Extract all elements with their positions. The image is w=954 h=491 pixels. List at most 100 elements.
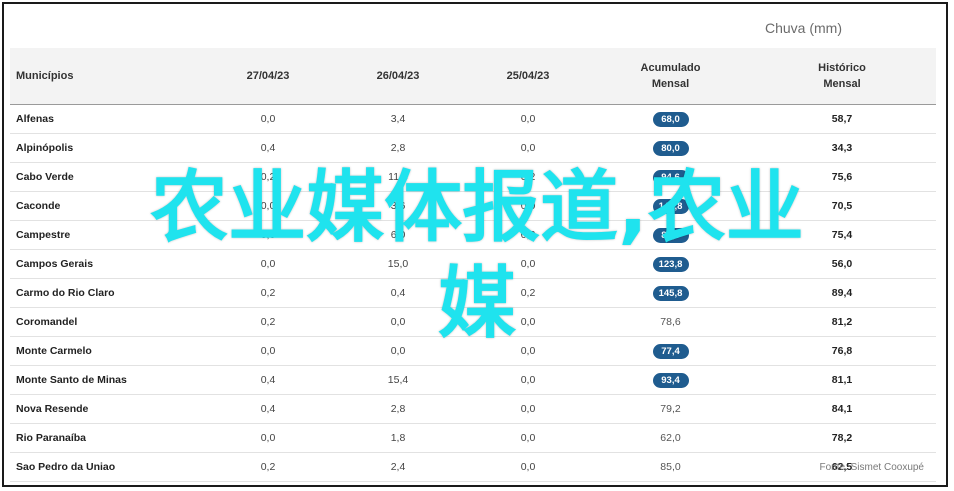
source-note: Fonte: Sismet Cooxupé [819, 462, 925, 473]
cell-municipio: Rio Paranaíba [10, 423, 203, 453]
cell-date-value: 3,4 [333, 104, 463, 134]
cell-date-value: 0,0 [203, 220, 333, 250]
cell-date-value: 0,2 [203, 278, 333, 308]
cell-date-value: 0,0 [463, 191, 593, 221]
cell-historico: 34,3 [748, 133, 936, 163]
header-date-1: 27/04/23 [203, 48, 333, 105]
cell-historico: 70,5 [748, 191, 936, 221]
cell-historico: 56,0 [748, 249, 936, 279]
cell-municipio: Coromandel [10, 307, 203, 337]
cell-municipio: Alpinópolis [10, 133, 203, 163]
cell-municipio: Campestre [10, 220, 203, 250]
cell-historico: 84,1 [748, 394, 936, 424]
cell-municipio: Carmo do Rio Claro [10, 278, 203, 308]
cell-date-value: 11,4 [333, 162, 463, 192]
rain-table-container: Municípios 27/04/23 26/04/23 25/04/23 Ac… [10, 48, 936, 482]
cell-acumulado: 123,8 [593, 249, 748, 279]
table-row: Nova Resende 0,4 2,8 0,0 79,2 84,1 [10, 394, 936, 424]
cell-date-value: 2,8 [333, 394, 463, 424]
cell-acumulado: 80,0 [593, 133, 748, 163]
cell-historico: 58,7 [748, 104, 936, 134]
cell-date-value: 0,0 [463, 104, 593, 134]
cell-date-value: 0,4 [333, 278, 463, 308]
acumulado-badge: 77,4 [652, 343, 689, 359]
acumulado-value: 85,0 [660, 461, 681, 473]
cell-date-value: 0,0 [463, 307, 593, 337]
cell-date-value: 0,0 [203, 336, 333, 366]
cell-date-value: 0,0 [463, 133, 593, 163]
cell-date-value: 15,4 [333, 365, 463, 395]
table-row: Caconde 0,0 3,6 0,0 140,8 70,5 [10, 191, 936, 221]
cell-municipio: Monte Carmelo [10, 336, 203, 366]
cell-date-value: 0,0 [203, 423, 333, 453]
cell-acumulado: 62,0 [593, 423, 748, 453]
table-row: Monte Santo de Minas 0,4 15,4 0,0 93,4 81,1 [10, 365, 936, 395]
table-row: Campos Gerais 0,0 15,0 0,0 123,8 56,0 [10, 249, 936, 279]
cell-date-value: 2,8 [333, 133, 463, 163]
cell-municipio: Sao Pedro da Uniao [10, 452, 203, 482]
cell-date-value: 0,2 [203, 452, 333, 482]
acumulado-value: 62,0 [660, 432, 681, 444]
acumulado-badge: 89,0 [652, 227, 689, 243]
acumulado-value: 78,6 [660, 316, 681, 328]
header-historico: Histórico Mensal [748, 48, 936, 105]
cell-date-value: 0,0 [333, 336, 463, 366]
cell-date-value: 0,0 [463, 394, 593, 424]
cell-date-value: 3,6 [333, 191, 463, 221]
cell-acumulado: 140,8 [593, 191, 748, 221]
cell-date-value: 0,0 [333, 307, 463, 337]
cell-date-value: 0,0 [203, 249, 333, 279]
acumulado-badge: 145,8 [652, 285, 689, 301]
table-row: Rio Paranaíba 0,0 1,8 0,0 62,0 78,2 [10, 423, 936, 453]
table-row: Campestre 0,0 6,0 0,2 89,0 75,4 [10, 220, 936, 250]
table-row: Sao Pedro da Uniao 0,2 2,4 0,0 85,0 62,5 [10, 452, 936, 482]
cell-acumulado: 145,8 [593, 278, 748, 308]
cell-municipio: Nova Resende [10, 394, 203, 424]
cell-historico: 81,2 [748, 307, 936, 337]
cell-municipio: Monte Santo de Minas [10, 365, 203, 395]
cell-date-value: 1,8 [333, 423, 463, 453]
table-body: Alfenas 0,0 3,4 0,0 68,0 58,7 Alpinópolis 0,4 2,… [10, 104, 936, 482]
cell-historico: 81,1 [748, 365, 936, 395]
cell-historico: 89,4 [748, 278, 936, 308]
acumulado-badge: 68,0 [652, 111, 689, 127]
cell-municipio: Alfenas [10, 104, 203, 134]
table-row: Alfenas 0,0 3,4 0,0 68,0 58,7 [10, 104, 936, 134]
table-header-row: Municípios 27/04/23 26/04/23 25/04/23 Ac… [10, 48, 936, 105]
table-row: Carmo do Rio Claro 0,2 0,4 0,2 145,8 89,4 [10, 278, 936, 308]
cell-municipio: Caconde [10, 191, 203, 221]
table-row: Cabo Verde 0,2 11,4 0,2 94,6 75,6 [10, 162, 936, 192]
cell-acumulado: 77,4 [593, 336, 748, 366]
cell-date-value: 2,4 [333, 452, 463, 482]
cell-date-value: 0,2 [463, 220, 593, 250]
table-row: Alpinópolis 0,4 2,8 0,0 80,0 34,3 [10, 133, 936, 163]
cell-date-value: 0,0 [463, 249, 593, 279]
cell-date-value: 0,0 [463, 336, 593, 366]
cell-historico: 75,6 [748, 162, 936, 192]
acumulado-badge: 123,8 [652, 256, 689, 272]
cell-date-value: 0,4 [203, 394, 333, 424]
cell-date-value: 0,0 [463, 452, 593, 482]
cell-date-value: 0,2 [203, 162, 333, 192]
cell-municipio: Cabo Verde [10, 162, 203, 192]
cell-historico: 76,8 [748, 336, 936, 366]
acumulado-badge: 93,4 [652, 372, 689, 388]
cell-historico: 75,4 [748, 220, 936, 250]
acumulado-value: 79,2 [660, 403, 681, 415]
cell-date-value: 0,0 [203, 191, 333, 221]
rain-table: Municípios 27/04/23 26/04/23 25/04/23 Ac… [10, 48, 936, 482]
acumulado-badge: 80,0 [652, 140, 689, 156]
cell-date-value: 6,0 [333, 220, 463, 250]
table-row: Monte Carmelo 0,0 0,0 0,0 77,4 76,8 [10, 336, 936, 366]
header-acumulado: Acumulado Mensal [593, 48, 748, 105]
cell-date-value: 15,0 [333, 249, 463, 279]
header-date-2: 26/04/23 [333, 48, 463, 105]
header-historico-label: Histórico Mensal [818, 62, 866, 90]
cell-acumulado: 94,6 [593, 162, 748, 192]
cell-date-value: 0,2 [203, 307, 333, 337]
cell-date-value: 0,4 [203, 365, 333, 395]
cell-date-value: 0,0 [203, 104, 333, 134]
cell-acumulado: 68,0 [593, 104, 748, 134]
cell-date-value: 0,2 [463, 278, 593, 308]
cell-municipio: Campos Gerais [10, 249, 203, 279]
